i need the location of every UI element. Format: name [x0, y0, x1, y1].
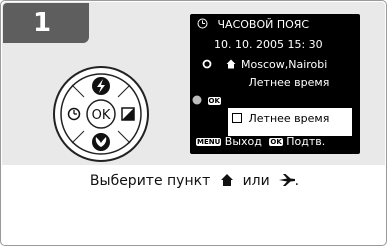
home-icon [220, 174, 233, 186]
dest-city-row[interactable]: Hawaii,Tahiti [230, 94, 316, 108]
screen-title: ЧАСОВОЙ ПОЯС [217, 18, 310, 31]
camera-lcd-screen: ЧАСОВОЙ ПОЯС 10. 10. 2005 15: 30 Moscow,… [190, 14, 360, 154]
macro-icon[interactable] [92, 133, 110, 151]
step-number-badge: 1 [3, 3, 89, 43]
ok-button-icon: OK [269, 138, 283, 146]
menu-button-icon: MENU [196, 138, 222, 146]
selector-dot-icon [192, 95, 202, 105]
home-dst-label: Летнее время [248, 76, 330, 89]
exit-label: Выход [224, 135, 262, 148]
home-dst-row[interactable]: Летнее время [232, 76, 329, 90]
home-dst-checkbox[interactable] [232, 77, 242, 87]
caption-or: или [238, 173, 275, 189]
dest-dst-checkbox[interactable] [232, 113, 242, 123]
illustration-panel: 1 OK ЧАСОВОЙ ПОЯС 10. 10. 2005 15: 30 Mo… [2, 2, 385, 165]
screen-footer: MENU Выход OK Подтв. [196, 135, 325, 149]
exposure-compensation-icon[interactable] [121, 107, 135, 121]
ok-small-badge: OK [207, 97, 221, 105]
selector-ring-icon [202, 59, 212, 69]
home-icon [226, 59, 235, 69]
ok-button-label: OK [92, 108, 111, 123]
datetime: 10. 10. 2005 15: 30 [214, 38, 323, 51]
dest-dst-label: Летнее время [248, 112, 330, 125]
caption-end: . [294, 173, 300, 189]
instruction-caption: Выберите пункт или . [1, 173, 388, 189]
screen-title-row: ЧАСОВОЙ ПОЯС [197, 18, 309, 32]
dest-dst-row[interactable]: Летнее время [232, 112, 329, 126]
instruction-card: 1 OK ЧАСОВОЙ ПОЯС 10. 10. 2005 15: 30 Mo… [0, 0, 387, 246]
dest-city: Hawaii,Tahiti [246, 94, 316, 107]
flash-icon[interactable] [92, 77, 110, 95]
airplane-icon [278, 174, 295, 186]
dest-timezone-row[interactable]: OK [192, 94, 221, 108]
confirm-label: Подтв. [286, 135, 326, 148]
home-timezone-row[interactable]: Moscow,Nairobi [202, 58, 327, 72]
home-city: Moscow,Nairobi [241, 58, 328, 71]
clock-icon [197, 18, 208, 29]
airplane-icon [230, 95, 242, 105]
caption-text: Выберите пункт [89, 173, 211, 189]
multi-selector-dial[interactable]: OK [52, 65, 150, 163]
